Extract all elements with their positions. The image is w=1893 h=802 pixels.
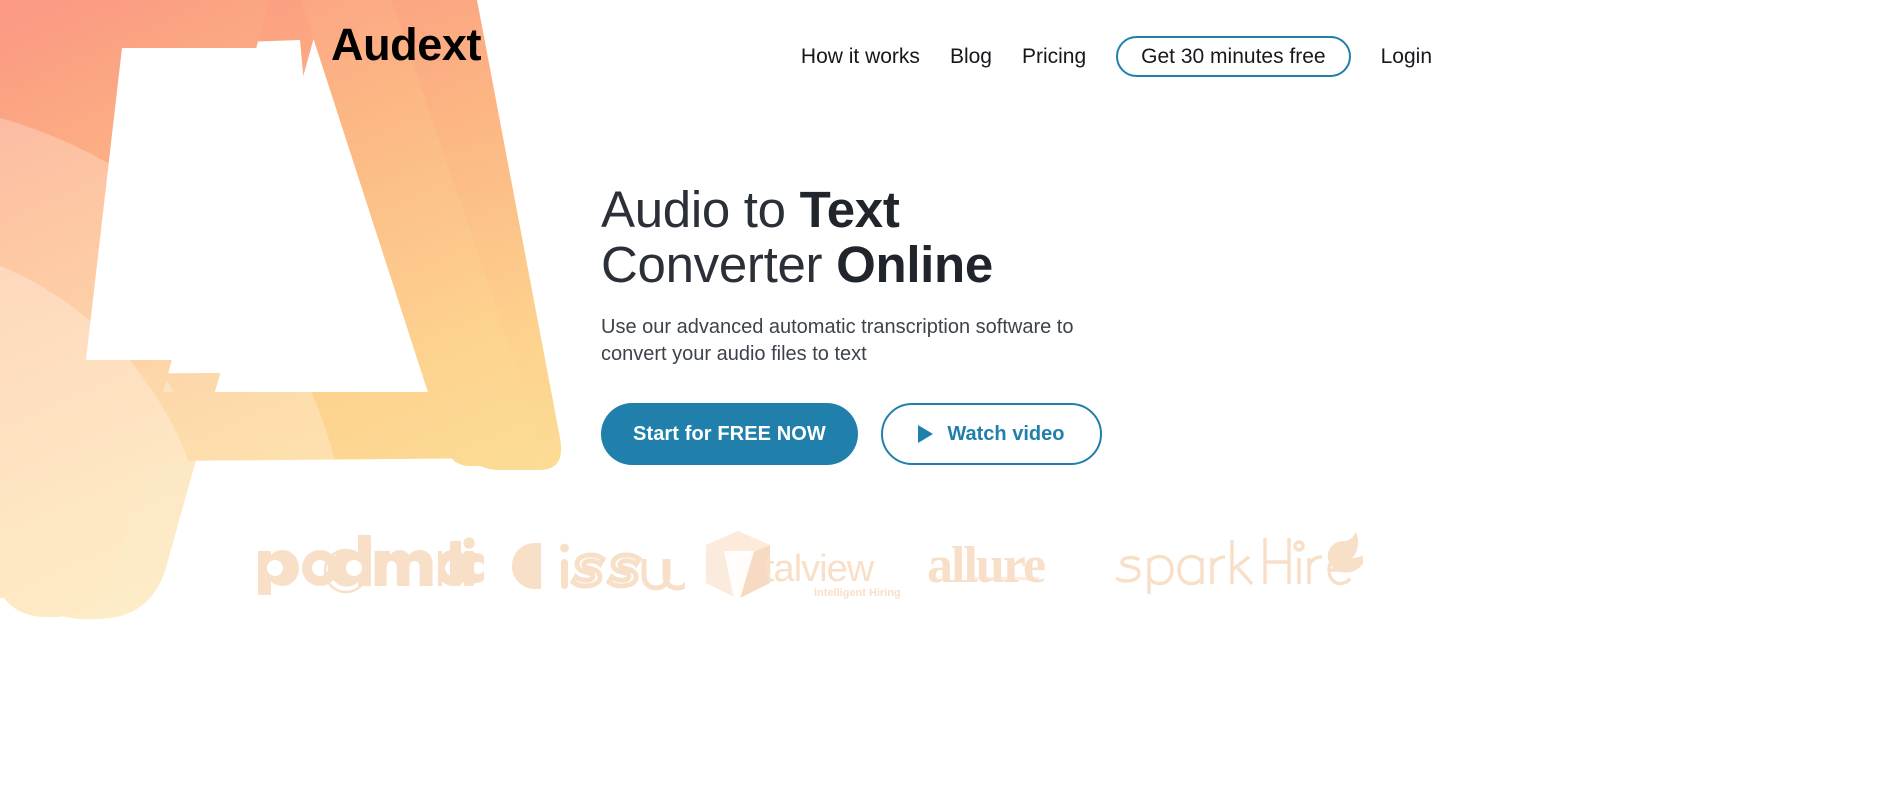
hero-action-buttons: Start for FREE NOW Watch video: [601, 403, 1361, 465]
hero-heading-l2-bold: Online: [836, 236, 993, 293]
hero-heading-line1: Audio to Text: [601, 181, 900, 238]
play-icon: [918, 425, 934, 443]
main-navigation: How it works Blog Pricing Get 30 minutes…: [801, 36, 1432, 77]
page-root: Audext How it works Blog Pricing Get 30 …: [0, 0, 1893, 802]
login-link[interactable]: Login: [1381, 45, 1432, 69]
hero-subtitle: Use our advanced automatic transcription…: [601, 316, 1074, 365]
hero-heading-l2-regular: Converter: [601, 236, 837, 293]
watch-video-button[interactable]: Watch video: [880, 403, 1102, 465]
hero-heading-l1-bold: Text: [799, 181, 900, 238]
hero-heading-l1-regular: Audio to: [601, 181, 800, 238]
hero-heading-line2: Converter Online: [601, 236, 993, 293]
start-for-free-button[interactable]: Start for FREE NOW: [601, 403, 858, 465]
logo-talview: talview Intelligent Hiring: [697, 520, 915, 610]
svg-text:Intelligent Hiring: Intelligent Hiring: [814, 587, 901, 599]
hero-section: Audio to Text Converter Online Use our a…: [601, 182, 1361, 465]
svg-text:talview: talview: [764, 548, 875, 590]
watch-video-label: Watch video: [947, 422, 1065, 445]
nav-how-it-works[interactable]: How it works: [801, 40, 920, 74]
logo-spark-hire: [1110, 520, 1366, 610]
brand-logo[interactable]: Audext: [331, 22, 482, 67]
hero-heading: Audio to Text Converter Online: [601, 182, 1361, 292]
get-free-minutes-button[interactable]: Get 30 minutes free: [1116, 36, 1351, 77]
logo-allure: allure: [915, 520, 1110, 610]
logo-issuu: [493, 520, 697, 610]
partner-logos-strip: talview Intelligent Hiring allure: [246, 520, 1366, 610]
nav-blog[interactable]: Blog: [950, 40, 992, 74]
logo-podomatic: [246, 520, 493, 610]
nav-pricing[interactable]: Pricing: [1022, 40, 1086, 74]
site-header: Audext How it works Blog Pricing Get 30 …: [0, 0, 1893, 105]
svg-text:allure: allure: [927, 537, 1045, 594]
